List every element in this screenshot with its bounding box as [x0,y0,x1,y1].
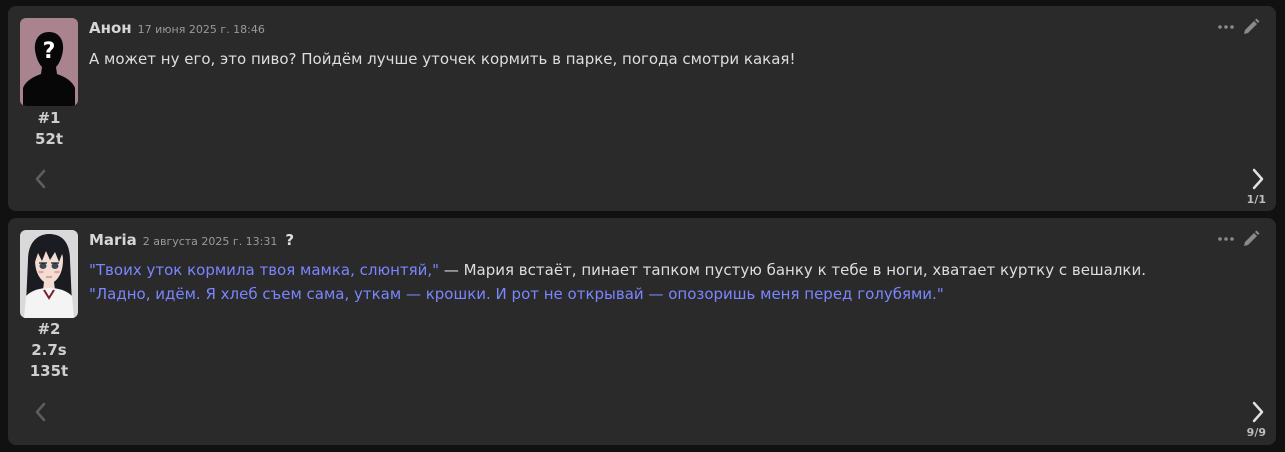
message-narration: — Мария встаёт, пинает тапком пустую бан… [439,261,1147,279]
message-text-segment: А может ну его, это пиво? Пойдём лучше у… [89,50,796,68]
pencil-icon[interactable] [1242,230,1260,248]
chat-log: ? #1 52t Анон 17 июня 2025 г. 18:46 А мо… [0,0,1285,452]
message-line-1: "Твоих уток кормила твоя мамка, слюнтяй,… [89,258,1252,282]
message-meta: #1 52t [16,108,82,150]
message-timestamp: 2 августа 2025 г. 13:31 [142,235,278,248]
message-tools [1218,230,1260,248]
generation-time: 2.7s [31,341,67,359]
message-index: #2 [37,320,61,338]
message-header: Анон 17 июня 2025 г. 18:46 [89,19,265,41]
sender-name: Анон [89,19,132,37]
swipe-counter: 1/1 [1246,193,1266,206]
chevron-left-icon[interactable] [32,168,48,190]
message-meta: #2 2.7s 135t [16,319,82,382]
avatar[interactable] [20,230,78,318]
swipe-counter: 9/9 [1246,426,1266,439]
ellipsis-icon[interactable] [1218,24,1234,30]
pencil-icon[interactable] [1242,18,1260,36]
chevron-left-icon[interactable] [32,401,48,423]
message-timestamp: 17 июня 2025 г. 18:46 [137,23,265,36]
chevron-right-icon[interactable] [1250,400,1266,424]
message-tools [1218,18,1260,36]
message-line-2: "Ладно, идём. Я хлеб съем сама, уткам — … [89,282,1252,306]
message-index: #1 [37,109,61,127]
svg-text:?: ? [43,39,56,64]
chat-message-1: ? #1 52t Анон 17 июня 2025 г. 18:46 А мо… [8,6,1276,211]
anime-girl-portrait-avatar [20,230,78,318]
token-count: 52t [34,130,64,148]
chevron-right-icon[interactable] [1250,167,1266,191]
chat-message-2: #2 2.7s 135t Maria 2 августа 2025 г. 13:… [8,218,1276,445]
ellipsis-icon[interactable] [1218,236,1234,242]
prompt-info-button[interactable]: ? [285,231,294,249]
avatar[interactable]: ? [20,18,78,106]
anonymous-silhouette-avatar: ? [20,18,78,106]
message-quote: "Ладно, идём. Я хлеб съем сама, уткам — … [89,285,944,303]
token-count: 135t [29,362,69,380]
sender-name: Maria [89,231,137,249]
message-text: А может ну его, это пиво? Пойдём лучше у… [89,47,1252,71]
message-quote: "Твоих уток кормила твоя мамка, слюнтяй,… [89,261,440,279]
message-text: "Твоих уток кормила твоя мамка, слюнтяй,… [89,258,1252,306]
message-header: Maria 2 августа 2025 г. 13:31 ? [89,231,294,253]
